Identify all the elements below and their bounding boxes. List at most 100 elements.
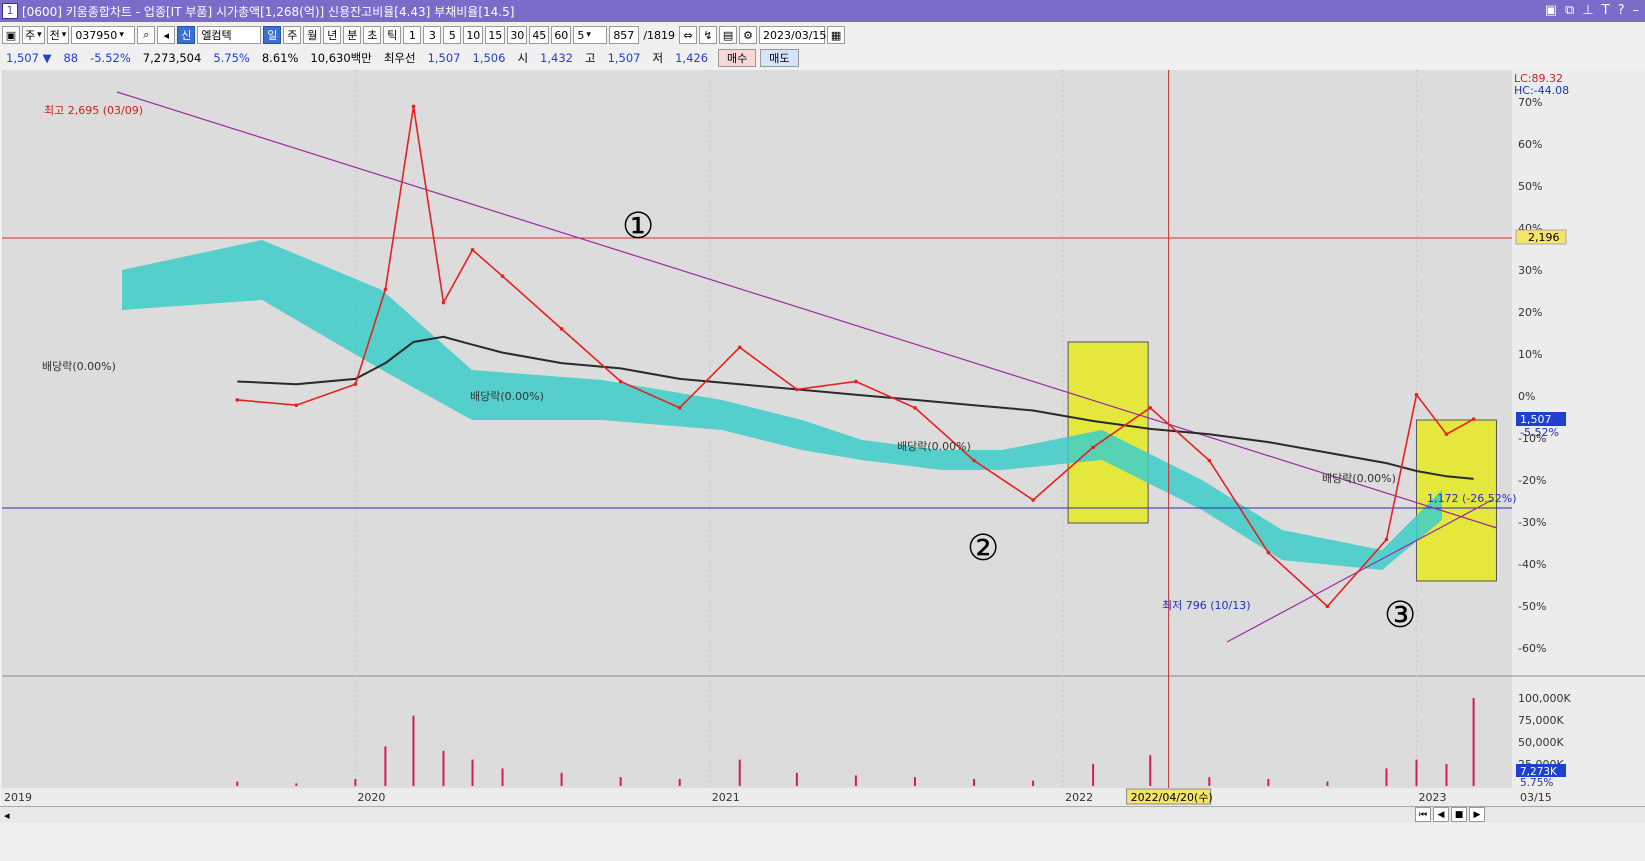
price-point	[1414, 392, 1419, 397]
amount: 10,630백만	[310, 51, 372, 65]
prev-icon[interactable]: ◀	[1433, 807, 1449, 822]
volume-bar	[560, 772, 563, 786]
hline-tag: 2,196	[1528, 231, 1560, 244]
window-number: 1	[2, 3, 18, 19]
price-point	[737, 345, 742, 350]
layout-icon[interactable]: ▣	[1545, 3, 1557, 18]
price-point	[1031, 498, 1035, 502]
minimize-icon[interactable]: –	[1633, 3, 1640, 18]
chart-toolbar: ▣ 주 전 037950 ⌕ ◂ 신 엘컴텍 일 주 월 년 분 초 틱 1 3…	[0, 24, 1645, 46]
x-tick-label: 2023	[1418, 791, 1446, 804]
count-select[interactable]: 5	[573, 26, 608, 44]
turnover: 8.61%	[261, 51, 299, 65]
period-minute[interactable]: 분	[343, 26, 362, 44]
dividend-label: 배당락(0.00%)	[897, 440, 971, 453]
search-icon[interactable]: ⌕	[137, 26, 156, 44]
price-point	[294, 403, 299, 408]
calendar-icon[interactable]: ▦	[827, 26, 846, 44]
help-icon[interactable]: ?	[1618, 3, 1625, 18]
open-price: 1,432	[540, 51, 573, 65]
dividend-label: 배당락(0.00%)	[1322, 472, 1396, 485]
x-tick-label: 2019	[4, 791, 32, 804]
save-icon[interactable]: ▤	[719, 26, 738, 44]
price-point	[411, 104, 416, 109]
interval-60[interactable]: 60	[551, 26, 572, 44]
chart-svg[interactable]: 70%60%50%40%30%20%10%0%-10%-20%-30%-40%-…	[1, 70, 1645, 806]
volume-bar	[236, 781, 239, 786]
y-tick-label: 60%	[1518, 138, 1542, 151]
y-tick-label: 20%	[1518, 306, 1542, 319]
buy-button[interactable]: 매수	[718, 49, 757, 67]
window-controls: ▣ ⧉ ⊥ T ? –	[1545, 3, 1639, 18]
speaker-icon[interactable]: ◂	[157, 26, 176, 44]
y-tick-label: -40%	[1518, 558, 1546, 571]
y-tick-label: 70%	[1518, 96, 1542, 109]
date-input[interactable]: 2023/03/15	[759, 26, 826, 44]
price-point	[795, 387, 799, 392]
bottom-scrollbar[interactable]: ◂	[0, 806, 1645, 823]
dividend-label: 배당락(0.00%)	[470, 390, 544, 403]
stock-chart[interactable]: 70% 60% 50% 40% 30% 20% 10% 0% -10% -20% -30% -40% -…	[1, 70, 1645, 860]
volume-bar	[795, 772, 798, 786]
code-input[interactable]: 037950	[71, 26, 136, 44]
period-month[interactable]: 월	[303, 26, 322, 44]
highlight-box-2	[1067, 341, 1149, 524]
volume-bar	[354, 778, 357, 786]
interval-1[interactable]: 1	[403, 26, 422, 44]
period-tick[interactable]: 틱	[383, 26, 402, 44]
volume-bar	[738, 759, 741, 786]
scroll-left-icon[interactable]: ◂	[4, 809, 10, 822]
period-week[interactable]: 주	[283, 26, 302, 44]
pin-icon[interactable]: ⊥	[1582, 3, 1593, 18]
y-tick-label: -30%	[1518, 516, 1546, 529]
window-icon[interactable]: ⧉	[1565, 3, 1574, 18]
circle-marker-1: ①	[622, 206, 654, 247]
screen-icon[interactable]: ▣	[2, 26, 20, 44]
period-second[interactable]: 초	[363, 26, 382, 44]
stock-name[interactable]: 엘컴텍	[197, 26, 262, 44]
volume-bar	[1326, 781, 1329, 786]
market-select[interactable]: 전	[46, 26, 70, 44]
volume-rate: 5.75%	[213, 51, 250, 65]
sell-button[interactable]: 매도	[760, 49, 799, 67]
arrow-icon[interactable]: ↯	[699, 26, 718, 44]
period-year[interactable]: 년	[323, 26, 342, 44]
interval-10[interactable]: 10	[463, 26, 484, 44]
next-icon[interactable]: ▶	[1469, 807, 1485, 822]
price-point	[1266, 550, 1271, 555]
volume: 7,273,504	[142, 51, 202, 65]
circle-marker-3: ③	[1384, 595, 1416, 636]
y-tick-label: 0%	[1518, 390, 1535, 403]
interval-30[interactable]: 30	[507, 26, 528, 44]
x-tick-label: 2020	[357, 791, 385, 804]
first-icon[interactable]: ⏮	[1415, 807, 1431, 822]
period-day[interactable]: 일	[263, 26, 282, 44]
price-point	[470, 248, 475, 252]
gear-icon[interactable]: ⚙	[739, 26, 758, 44]
zoom-icon[interactable]: ⇔	[679, 26, 698, 44]
price-point	[677, 406, 682, 410]
range-input[interactable]: 857	[609, 26, 640, 44]
y-tick-label: -50%	[1518, 600, 1546, 613]
ask-price: 1,507	[427, 51, 461, 65]
interval-3[interactable]: 3	[423, 26, 442, 44]
stock-badge: 신	[177, 26, 196, 44]
dividend-label: 배당락(0.00%)	[42, 360, 116, 373]
interval-15[interactable]: 15	[485, 26, 506, 44]
y-tick-label: -20%	[1518, 474, 1546, 487]
stop-icon[interactable]: ■	[1451, 807, 1467, 822]
price-point	[854, 379, 858, 384]
x-tick-label: 2021	[712, 791, 740, 804]
price-point	[618, 379, 623, 384]
change: 88	[63, 51, 79, 65]
price-point	[1384, 537, 1389, 542]
font-icon[interactable]: T	[1602, 3, 1610, 18]
interval-45[interactable]: 45	[529, 26, 550, 44]
volume-bar	[295, 783, 298, 786]
high-price: 1,507	[607, 51, 641, 65]
x-tick-label: 2022	[1065, 791, 1093, 804]
volume-bar	[1445, 764, 1448, 786]
hc-label: HC:-44.08	[1514, 84, 1569, 97]
type-select[interactable]: 주	[22, 26, 45, 44]
interval-5[interactable]: 5	[443, 26, 462, 44]
